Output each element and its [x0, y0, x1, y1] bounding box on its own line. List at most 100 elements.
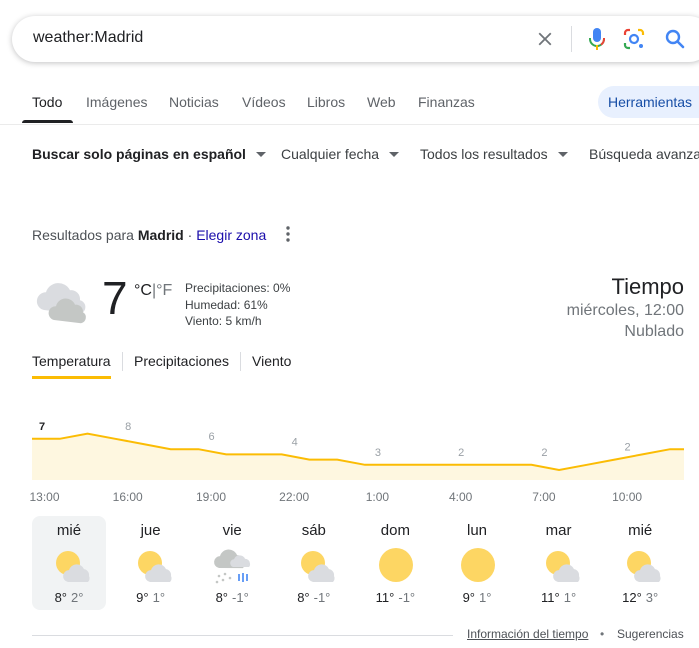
- temperature-chart: 7 8 6 4 3 2 2 2: [32, 421, 684, 480]
- hour-tick-label: 4:00: [449, 490, 473, 504]
- search-divider: [571, 26, 572, 52]
- forecast-day[interactable]: mié 8° 2°: [32, 516, 106, 610]
- forecast-high: 12°: [622, 590, 642, 605]
- tab-wind[interactable]: Viento: [252, 353, 291, 369]
- temperature-data-label: 2: [541, 447, 547, 459]
- forecast-day[interactable]: mié 12° 3°: [603, 516, 677, 610]
- weather-title: Tiempo: [611, 274, 684, 299]
- tab-images[interactable]: Imágenes: [86, 94, 147, 110]
- forecast-day[interactable]: lun 9° 1°: [440, 516, 514, 610]
- forecast-day[interactable]: mar 11° 1°: [522, 516, 596, 610]
- forecast-high: 8°: [297, 590, 310, 605]
- search-icon[interactable]: [663, 27, 687, 51]
- search-tabs: Todo Imágenes Noticias Vídeos Libros Web…: [0, 88, 699, 125]
- forecast-day[interactable]: dom 11° -1°: [358, 516, 432, 610]
- weather-condition: Nublado: [624, 323, 684, 340]
- cloudy-icon: [36, 283, 86, 324]
- forecast-temps: 11° 1°: [522, 590, 596, 605]
- tab-videos[interactable]: Vídeos: [242, 94, 286, 110]
- tab-news[interactable]: Noticias: [169, 94, 219, 110]
- forecast-day-name: lun: [466, 522, 488, 539]
- forecast-day-name: dom: [380, 522, 410, 539]
- hour-tick-label: 10:00: [612, 490, 643, 504]
- filter-date-label: Cualquier fecha: [281, 146, 380, 162]
- tab-temperature[interactable]: Temperatura: [32, 353, 111, 369]
- forecast-high: 11°: [375, 590, 395, 605]
- forecast-low: -1°: [232, 590, 249, 605]
- forecast-low: 3°: [645, 590, 659, 605]
- temperature-data-label: 3: [375, 447, 381, 459]
- tools-button[interactable]: Herramientas: [598, 86, 699, 118]
- microphone-icon[interactable]: [585, 26, 609, 52]
- location-line: Resultados para Madrid · Elegir zona: [32, 227, 266, 243]
- forecast-low: 2°: [71, 590, 84, 605]
- more-options-icon[interactable]: [284, 225, 292, 243]
- forecast-temps: 9° 1°: [114, 590, 188, 605]
- celsius-unit[interactable]: °C: [134, 282, 152, 299]
- tools-label: Herramientas: [608, 94, 693, 110]
- forecast-day[interactable]: vie 8° -1°: [195, 516, 269, 610]
- forecast-day[interactable]: sáb 8° -1°: [277, 516, 351, 610]
- hour-tick-label: 19:00: [195, 490, 227, 504]
- temperature-data-label: 4: [292, 436, 298, 448]
- forecast-low: 1°: [479, 590, 492, 605]
- forecast-temps: 12° 3°: [603, 590, 677, 605]
- partly-cloudy-icon: [56, 551, 90, 582]
- filter-language-label: Buscar solo páginas en español: [32, 146, 246, 162]
- filter-advanced[interactable]: Búsqueda avanzada: [589, 146, 699, 162]
- filter-date[interactable]: Cualquier fecha: [281, 146, 400, 162]
- tab-all[interactable]: Todo: [32, 94, 62, 110]
- temperature-data-label: 2: [625, 442, 631, 454]
- chevron-down-icon: [255, 151, 266, 157]
- camera-lens-icon[interactable]: [622, 27, 646, 51]
- filter-language[interactable]: Buscar solo páginas en español: [32, 146, 266, 162]
- filter-results[interactable]: Todos los resultados: [420, 146, 568, 162]
- tab-books[interactable]: Libros: [307, 94, 345, 110]
- hour-tick-label: 16:00: [112, 490, 143, 504]
- rain-cloud-icon: [214, 549, 251, 584]
- forecast-high: 8°: [54, 590, 67, 605]
- fahrenheit-unit[interactable]: °F: [156, 282, 172, 299]
- change-location-link[interactable]: Elegir zona: [196, 227, 266, 243]
- forecast-day[interactable]: jue 9° 1°: [114, 516, 188, 610]
- clear-icon[interactable]: [534, 28, 556, 50]
- forecast-day-name: mar: [545, 522, 572, 539]
- precipitation-value: Precipitaciones: 0%: [185, 281, 291, 295]
- active-chart-tab-indicator: [32, 376, 111, 379]
- weather-details: Precipitaciones: 0% Humedad: 61% Viento:…: [185, 280, 290, 330]
- feedback-link[interactable]: Sugerencias: [617, 627, 684, 641]
- temperature-data-label: 7: [39, 421, 45, 433]
- forecast-high: 8°: [215, 590, 229, 605]
- temperature-data-label: 8: [125, 421, 131, 433]
- forecast-temps: 8° -1°: [195, 590, 269, 605]
- temperature-data-label: 6: [208, 431, 214, 443]
- forecast-day-name: mié: [56, 522, 82, 539]
- chart-tab-divider: [122, 352, 123, 371]
- active-tab-indicator: [22, 120, 73, 123]
- forecast-day-name: vie: [222, 522, 242, 539]
- hour-tick-label: 13:00: [29, 490, 60, 504]
- chevron-down-icon: [389, 151, 400, 157]
- search-bar[interactable]: weather:Madrid: [12, 16, 699, 62]
- forecast-low: 1°: [152, 590, 166, 605]
- forecast-temps: 8° 2°: [32, 590, 106, 605]
- hour-tick-label: 1:00: [365, 490, 390, 504]
- forecast-high: 11°: [541, 590, 560, 605]
- forecast-day-name: jue: [140, 522, 161, 539]
- sunny-icon: [379, 548, 414, 582]
- hour-tick-label: 7:00: [532, 490, 556, 504]
- wind-value: Viento: 5 km/h: [185, 314, 262, 328]
- sunny-icon: [461, 548, 495, 582]
- forecast-temps: 9° 1°: [440, 590, 514, 605]
- location-city: Madrid: [137, 227, 184, 243]
- search-input[interactable]: weather:Madrid: [33, 29, 143, 47]
- partly-cloudy-icon: [137, 551, 172, 582]
- forecast-low: 1°: [563, 590, 577, 605]
- tab-precipitation[interactable]: Precipitaciones: [134, 353, 229, 369]
- weather-info-link[interactable]: Información del tiempo: [467, 627, 588, 641]
- tab-finance[interactable]: Finanzas: [418, 94, 475, 110]
- forecast-high: 9°: [462, 590, 475, 605]
- tab-web[interactable]: Web: [367, 94, 396, 110]
- hour-tick-label: 22:00: [279, 490, 310, 504]
- unit-toggle: °C|°F: [134, 282, 172, 300]
